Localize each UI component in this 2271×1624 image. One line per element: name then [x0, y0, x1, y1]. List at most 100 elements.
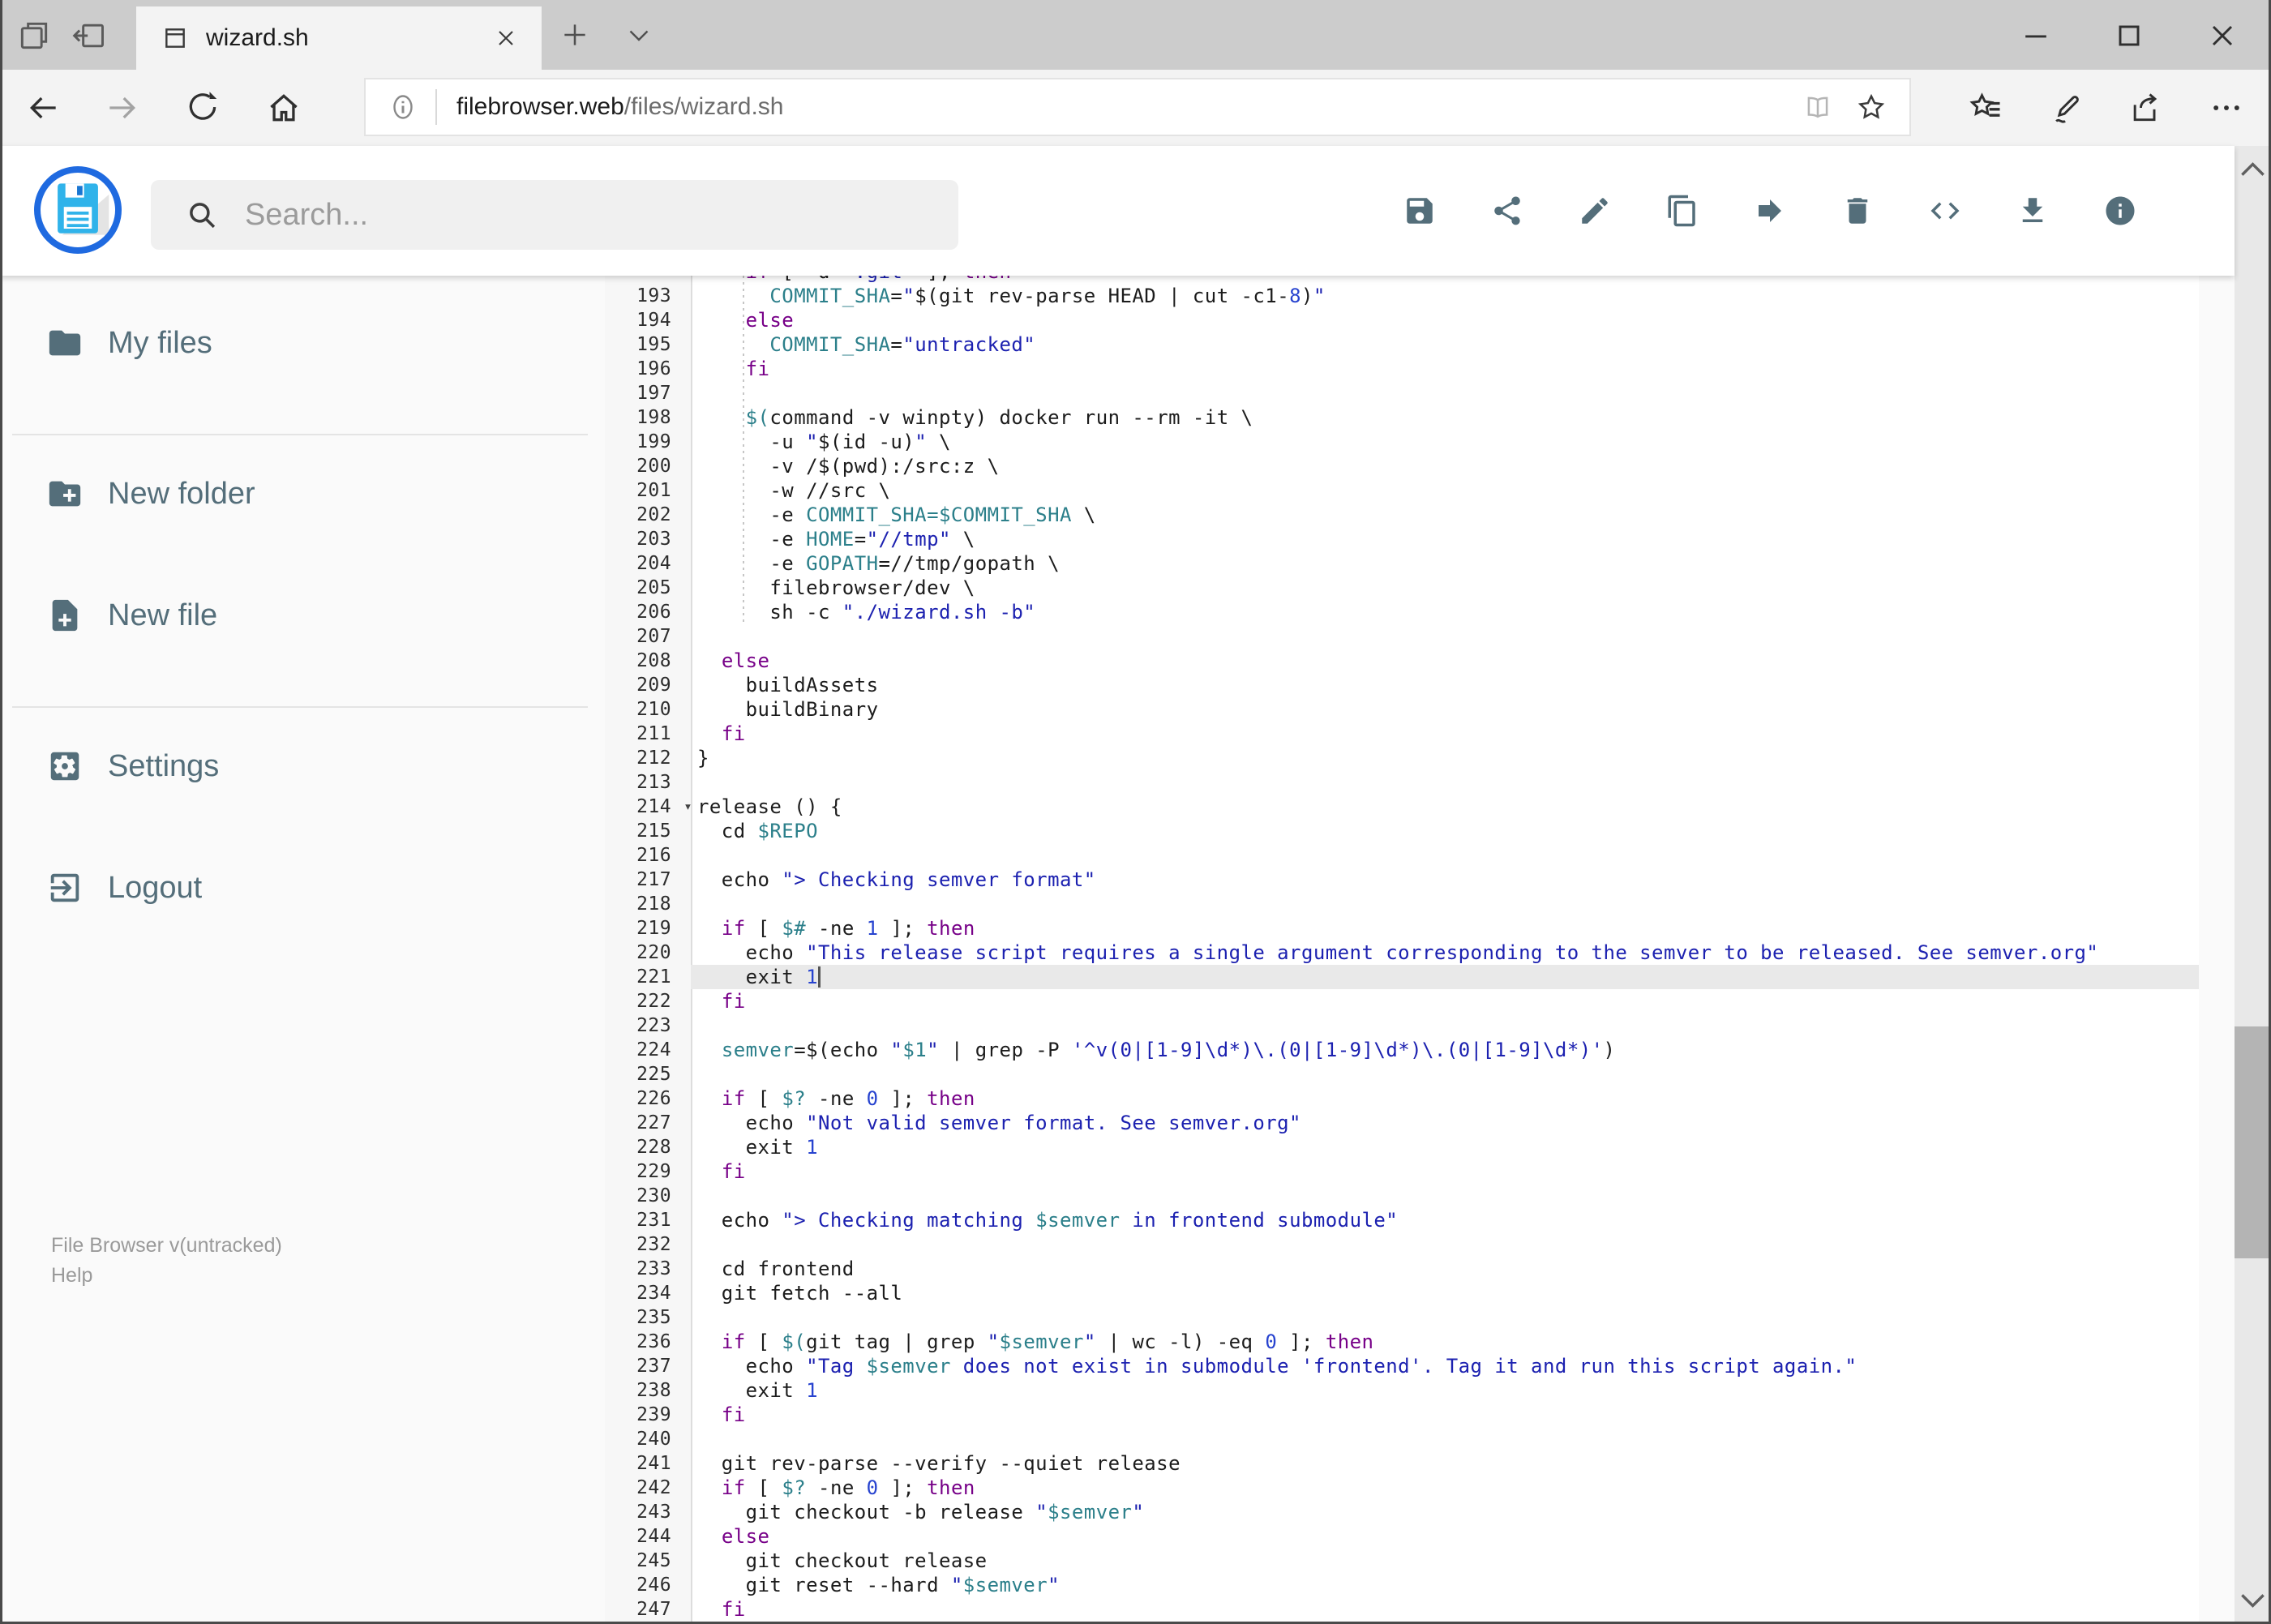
code-line-text[interactable]: if [ $# -ne 1 ]; then: [691, 916, 2199, 941]
code-view-button[interactable]: [1928, 194, 1962, 228]
code-line-text[interactable]: [691, 892, 2199, 916]
back-icon[interactable]: [26, 90, 62, 126]
refresh-icon[interactable]: [185, 90, 221, 126]
code-line-text[interactable]: if [ $(git tag | grep "$semver" | wc -l)…: [691, 1330, 2199, 1354]
code-line-text[interactable]: fi: [691, 989, 2199, 1013]
code-line-text[interactable]: [691, 1013, 2199, 1038]
code-line-text[interactable]: [691, 381, 2199, 405]
code-line-text[interactable]: else: [691, 308, 2199, 332]
code-line-text[interactable]: git checkout release: [691, 1549, 2199, 1573]
code-line-text[interactable]: -w //src \: [691, 478, 2199, 503]
code-line-text[interactable]: cd $REPO: [691, 819, 2199, 843]
code-line-text[interactable]: if [ $? -ne 0 ]; then: [691, 1086, 2199, 1111]
code-line-text[interactable]: COMMIT_SHA="untracked": [691, 332, 2199, 357]
code-line-text[interactable]: sh -c "./wizard.sh -b": [691, 600, 2199, 624]
browser-menu-ellipsis-icon[interactable]: [2209, 90, 2244, 126]
code-line-text[interactable]: echo "Tag $semver does not exist in subm…: [691, 1354, 2199, 1378]
code-line-text[interactable]: -e GOPATH=//tmp/gopath \: [691, 551, 2199, 576]
hub-favorites-icon[interactable]: [1969, 90, 2004, 126]
search-box[interactable]: [151, 180, 958, 250]
reading-view-icon[interactable]: [1802, 92, 1833, 122]
code-line-text[interactable]: release () {: [691, 795, 2199, 819]
code-line-text[interactable]: semver=$(echo "$1" | grep -P '^v(0|[1-9]…: [691, 1038, 2199, 1062]
code-line-text[interactable]: echo "> Checking semver format": [691, 868, 2199, 892]
code-line-text[interactable]: exit 1: [691, 965, 2199, 989]
code-line-text[interactable]: [691, 770, 2199, 795]
delete-button[interactable]: [1840, 194, 1875, 228]
code-line-text[interactable]: [691, 1232, 2199, 1257]
share-icon[interactable]: [2127, 90, 2163, 126]
code-line-text[interactable]: echo "This release script requires a sin…: [691, 941, 2199, 965]
code-line-text[interactable]: git fetch --all: [691, 1281, 2199, 1305]
tab-preview-icon[interactable]: [16, 18, 52, 54]
code-line-text[interactable]: -v /$(pwd):/src:z \: [691, 454, 2199, 478]
favorite-star-icon[interactable]: [1856, 92, 1887, 122]
sidebar-item-settings[interactable]: Settings: [0, 722, 604, 811]
edit-button[interactable]: [1578, 194, 1612, 228]
code-line-text[interactable]: $(command -v winpty) docker run --rm -it…: [691, 405, 2199, 430]
site-info-icon[interactable]: [388, 92, 418, 122]
url-text[interactable]: filebrowser.web/files/wizard.sh: [456, 93, 1802, 121]
code-line-text[interactable]: exit 1: [691, 1135, 2199, 1159]
code-line-text[interactable]: if [ $? -ne 0 ]; then: [691, 1476, 2199, 1500]
code-line-text[interactable]: buildBinary: [691, 697, 2199, 722]
sidebar-item-logout[interactable]: Logout: [0, 843, 604, 932]
scroll-up-icon[interactable]: [2235, 149, 2271, 191]
window-maximize-button[interactable]: [2111, 18, 2147, 54]
code-line-text[interactable]: [691, 1062, 2199, 1086]
code-line-text[interactable]: else: [691, 649, 2199, 673]
code-line-text[interactable]: else: [691, 1524, 2199, 1549]
code-line-text[interactable]: }: [691, 746, 2199, 770]
page-scrollbar[interactable]: [2235, 146, 2271, 1624]
download-button[interactable]: [2016, 194, 2050, 228]
search-input[interactable]: [243, 196, 958, 234]
code-line-text[interactable]: fi: [691, 722, 2199, 746]
scroll-down-icon[interactable]: [2235, 1579, 2271, 1621]
code-line-text[interactable]: [691, 843, 2199, 868]
code-line-text[interactable]: COMMIT_SHA="$(git rev-parse HEAD | cut -…: [691, 284, 2199, 308]
sidebar-item-new-file[interactable]: New file: [0, 571, 604, 660]
code-line-text[interactable]: [691, 624, 2199, 649]
window-minimize-button[interactable]: [2018, 18, 2054, 54]
code-line-text[interactable]: [691, 1427, 2199, 1451]
code-line-text[interactable]: if [ -d ".git" ]; then: [691, 276, 2199, 284]
code-line-text[interactable]: -e HOME="//tmp" \: [691, 527, 2199, 551]
share-button[interactable]: [1490, 194, 1524, 228]
code-line-text[interactable]: cd frontend: [691, 1257, 2199, 1281]
annotate-pen-icon[interactable]: [2049, 90, 2085, 126]
code-line-text[interactable]: git reset --hard "$semver": [691, 1573, 2199, 1597]
code-line-text[interactable]: git rev-parse --verify --quiet release: [691, 1451, 2199, 1476]
home-icon[interactable]: [266, 90, 302, 126]
window-close-button[interactable]: [2205, 18, 2240, 54]
help-link[interactable]: Help: [51, 1261, 282, 1291]
code-line-text[interactable]: [691, 1184, 2199, 1208]
url-bar[interactable]: filebrowser.web/files/wizard.sh: [364, 78, 1911, 136]
code-line-text[interactable]: echo "> Checking matching $semver in fro…: [691, 1208, 2199, 1232]
forward-icon[interactable]: [104, 90, 139, 126]
new-tab-button[interactable]: [559, 19, 590, 50]
sidebar-item-new-folder[interactable]: New folder: [0, 449, 604, 538]
tab-close-icon[interactable]: [493, 25, 519, 51]
code-line-text[interactable]: fi: [691, 1403, 2199, 1427]
code-line-text[interactable]: -u "$(id -u)" \: [691, 430, 2199, 454]
fold-marker-icon[interactable]: ▾: [683, 795, 692, 819]
code-line-text[interactable]: echo "Not valid semver format. See semve…: [691, 1111, 2199, 1135]
info-button[interactable]: [2103, 194, 2137, 228]
code-line-text[interactable]: fi: [691, 1159, 2199, 1184]
save-button[interactable]: [1403, 194, 1437, 228]
code-line-text[interactable]: git checkout -b release "$semver": [691, 1500, 2199, 1524]
code-line-text[interactable]: filebrowser/dev \: [691, 576, 2199, 600]
scrollbar-thumb[interactable]: [2235, 1026, 2271, 1258]
code-editor[interactable]: if [ -d ".git" ]; then193 COMMIT_SHA="$(…: [605, 276, 2199, 1624]
copy-button[interactable]: [1665, 194, 1699, 228]
browser-tab[interactable]: wizard.sh: [136, 6, 542, 70]
move-button[interactable]: [1753, 194, 1787, 228]
sidebar-item-my-files[interactable]: My files: [0, 298, 604, 388]
code-line-text[interactable]: -e COMMIT_SHA=$COMMIT_SHA \: [691, 503, 2199, 527]
code-line-text[interactable]: fi: [691, 357, 2199, 381]
code-line-text[interactable]: buildAssets: [691, 673, 2199, 697]
code-line-text[interactable]: fi: [691, 1597, 2199, 1622]
floppy-disk-logo[interactable]: [34, 166, 122, 254]
code-line-text[interactable]: exit 1: [691, 1378, 2199, 1403]
tab-list-chevron-icon[interactable]: [624, 23, 653, 47]
